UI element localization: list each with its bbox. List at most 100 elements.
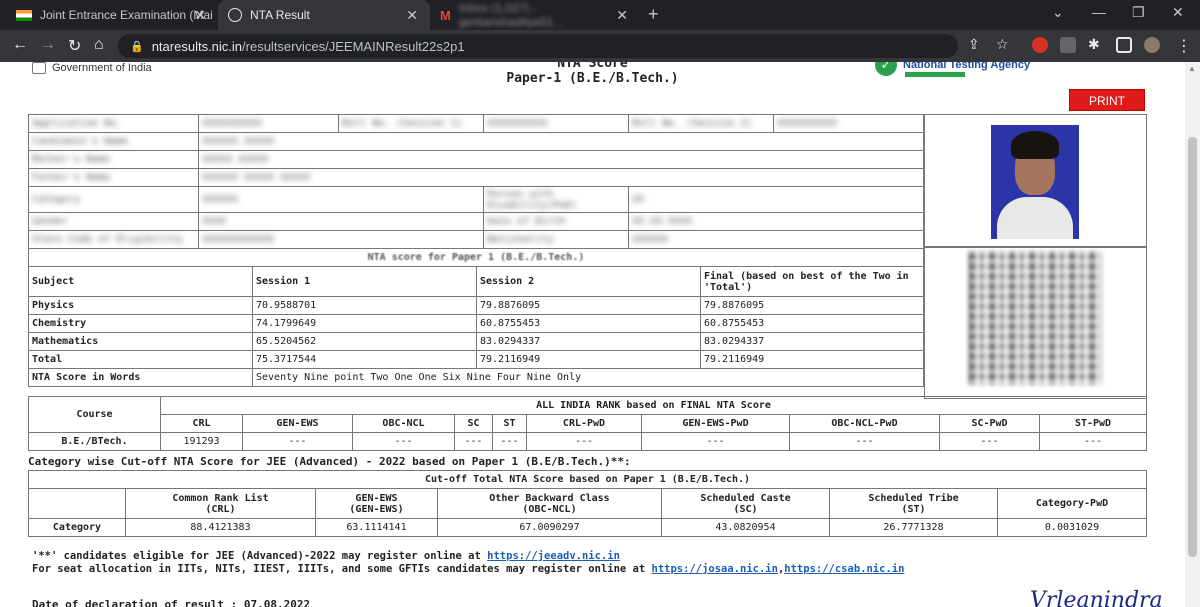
field-value: XXXXX XXXXX xyxy=(198,150,924,169)
tab-search-icon[interactable]: ⌄ xyxy=(1052,4,1064,21)
rank-cell: --- xyxy=(1039,432,1147,451)
rank-cell: --- xyxy=(242,432,353,451)
tab-gmail[interactable]: M Inbox (1,027) - gentanshaditya51... ✕ xyxy=(430,0,640,30)
close-window-icon[interactable]: ✕ xyxy=(1172,4,1184,21)
column-header: SC-PwD xyxy=(939,414,1040,433)
menu-icon[interactable]: ⋮ xyxy=(1176,36,1192,56)
column-header: Scheduled Caste (SC) xyxy=(661,488,830,519)
table-caption-row: NTA score for Paper 1 (B.E./B.Tech.) xyxy=(28,248,924,267)
header-line: (SC) xyxy=(733,503,758,515)
header-line: GEN-EWS xyxy=(355,492,398,504)
new-tab-icon[interactable]: + xyxy=(648,4,659,25)
score-table: NTA score for Paper 1 (B.E./B.Tech.) Sub… xyxy=(28,248,924,387)
footnote-text: For seat allocation in IITs, NITs, IIEST… xyxy=(32,563,652,575)
cutoff-title: Category wise Cut-off NTA Score for JEE … xyxy=(28,455,631,468)
field-value: XXXXXXXXXX xyxy=(198,114,339,133)
table-row: Father's Name XXXXXX XXXXX XXXXX xyxy=(28,168,924,187)
url-path: /resultservices/JEEMAINResult22s2p1 xyxy=(242,38,465,54)
josaa-link[interactable]: https://josaa.nic.in xyxy=(652,563,778,575)
table-header-row: CRL GEN-EWS OBC-NCL SC ST CRL-PwD GEN-EW… xyxy=(29,414,1147,433)
maximize-icon[interactable]: ❐ xyxy=(1132,4,1145,21)
field-label: Roll No. (Session 1) xyxy=(338,114,484,133)
rank-table: Course ALL INDIA RANK based on FINAL NTA… xyxy=(28,396,1147,451)
field-value: XXXXXXXXXX xyxy=(483,114,629,133)
footnote-text: '**' candidates eligible for JEE (Advanc… xyxy=(32,550,488,562)
header-line: Other Backward Class xyxy=(489,492,610,504)
column-header: ST-PwD xyxy=(1039,414,1147,433)
footnote-1: '**' candidates eligible for JEE (Advanc… xyxy=(32,550,620,562)
field-label: Roll No. (Session 2) xyxy=(628,114,774,133)
tab-title: Joint Entrance Examination (Mai xyxy=(40,8,213,22)
extension-icon[interactable] xyxy=(1032,37,1048,53)
table-row: Category XXXXXX Person with Disability(P… xyxy=(28,186,924,213)
jeeadv-link[interactable]: https://jeeadv.nic.in xyxy=(487,550,620,562)
field-value: XXXXXX xyxy=(628,230,924,249)
table-row: Mother's Name XXXXX XXXXX xyxy=(28,150,924,169)
photo-hair xyxy=(1011,131,1059,159)
column-header: SC xyxy=(454,414,493,433)
table-row: Category 88.4121383 63.1114141 67.009029… xyxy=(28,518,1147,537)
scrollbar-thumb[interactable] xyxy=(1188,137,1197,557)
cutoff-table: Cut-off Total NTA Score based on Paper 1… xyxy=(28,470,1147,537)
rank-cell: --- xyxy=(352,432,455,451)
column-header: CRL xyxy=(160,414,243,433)
page-content: Government of India NTA Score Paper-1 (B… xyxy=(0,62,1185,607)
column-header: Final (based on best of the Two in 'Tota… xyxy=(700,266,924,297)
header-line: (GEN-EWS) xyxy=(349,503,404,515)
close-tab-icon[interactable]: ✕ xyxy=(616,7,628,24)
extensions-icon[interactable]: ✱ xyxy=(1088,36,1100,53)
cutoff-cell: 0.0031029 xyxy=(997,518,1147,537)
profile-icon[interactable] xyxy=(1144,37,1160,53)
close-tab-icon[interactable]: ✕ xyxy=(194,7,206,24)
india-flag-icon xyxy=(16,9,32,21)
words-value: Seventy Nine point Two One One Six Nine … xyxy=(252,368,924,387)
header-line: (ST) xyxy=(901,503,926,515)
tab-title: NTA Result xyxy=(250,8,310,22)
logo-tagline-bar xyxy=(905,72,965,77)
minimize-icon[interactable]: — xyxy=(1092,4,1106,20)
cutoff-cell: 88.4121383 xyxy=(125,518,316,537)
close-tab-icon[interactable]: ✕ xyxy=(406,7,418,24)
table-row: Mathematics 65.5204562 83.0294337 83.029… xyxy=(28,332,924,351)
rank-cell: --- xyxy=(526,432,642,451)
score-cell: 70.9588701 xyxy=(252,296,477,315)
column-header: Session 2 xyxy=(476,266,701,297)
rank-cell: --- xyxy=(939,432,1040,451)
rank-cell: --- xyxy=(492,432,527,451)
tab-title: Inbox (1,027) - gentanshaditya51... xyxy=(458,1,564,29)
table-row: NTA Score in Words Seventy Nine point Tw… xyxy=(28,368,924,387)
sidebar-icon[interactable] xyxy=(1116,37,1132,53)
field-label: Date of Birth xyxy=(483,212,629,231)
field-label: State Code of Eligibility xyxy=(28,230,199,249)
header-line: Category-PwD xyxy=(1035,498,1109,509)
vertical-scrollbar[interactable]: ▲ xyxy=(1185,62,1200,607)
tab-strip: Joint Entrance Examination (Mai ✕ NTA Re… xyxy=(0,0,1200,30)
back-icon[interactable]: ← xyxy=(12,36,28,54)
url-host: ntaresults.nic.in xyxy=(151,38,243,54)
score-caption: NTA score for Paper 1 (B.E./B.Tech.) xyxy=(367,252,585,263)
home-icon[interactable]: ⌂ xyxy=(94,36,104,54)
field-value: XX xyxy=(628,186,924,213)
field-value: XX-XX-XXXX xyxy=(628,212,924,231)
score-cell: 75.3717544 xyxy=(252,350,477,369)
table-row: Candidate's Name XXXXXX XXXXX xyxy=(28,132,924,151)
check-icon: ✓ xyxy=(875,62,897,76)
tab-jee[interactable]: Joint Entrance Examination (Mai ✕ xyxy=(0,0,218,30)
lock-icon[interactable]: 🔒 xyxy=(130,40,144,53)
forward-icon[interactable]: → xyxy=(40,36,56,54)
address-bar[interactable]: 🔒 ntaresults.nic.in /resultservices/JEEM… xyxy=(118,34,958,58)
print-button[interactable]: PRINT xyxy=(1069,89,1145,111)
extension-icon[interactable] xyxy=(1060,37,1076,53)
candidate-photo xyxy=(924,114,1147,247)
share-icon[interactable]: ⇪ xyxy=(968,36,980,53)
star-icon[interactable]: ☆ xyxy=(996,36,1009,53)
scroll-up-icon[interactable]: ▲ xyxy=(1188,64,1196,73)
table-row: State Code of Eligibility XXXXXXXXXXXX N… xyxy=(28,230,924,249)
subject-cell: Chemistry xyxy=(28,314,253,333)
reload-icon[interactable]: ↻ xyxy=(68,36,81,56)
field-label: Person with Disability(PwD) xyxy=(483,186,629,213)
tab-nta-result[interactable]: NTA Result ✕ xyxy=(218,0,430,30)
table-header-row: Subject Session 1 Session 2 Final (based… xyxy=(28,266,924,297)
csab-link[interactable]: https://csab.nic.in xyxy=(784,563,904,575)
field-value: XXXX xyxy=(198,212,484,231)
